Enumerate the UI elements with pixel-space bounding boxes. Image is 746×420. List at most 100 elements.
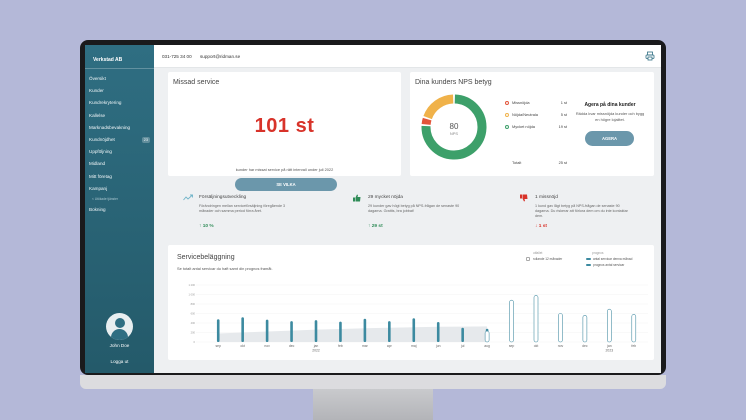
legend-label: Mycket nöjda (512, 124, 535, 129)
phone-number[interactable]: 031-725 34 00 (162, 54, 192, 59)
monitor-stand (313, 389, 433, 420)
bar-actual[interactable] (461, 327, 464, 342)
bar-actual[interactable] (216, 319, 220, 342)
x-tick-label: sep (509, 344, 515, 348)
nps-score-label: NPS (449, 131, 459, 136)
count-badge: 23 (141, 136, 150, 143)
stat-block: 29 mycket nöjda 29 kunder gav högt betyg … (352, 194, 517, 234)
thumbs-up-icon (353, 194, 361, 202)
sidebar-item[interactable]: Bokning (85, 204, 154, 216)
donut-slice (423, 94, 454, 120)
x-tick-label: maj (411, 344, 417, 348)
app-screen: Verkstad AB Översikt Kunder Kundrekryterin… (85, 45, 661, 373)
x-tick-label: feb (631, 344, 636, 348)
user-name: John Doe (109, 343, 130, 348)
sidebar-item[interactable]: Kundnöjdhet 23 (85, 134, 154, 146)
year-label: 2023 (606, 349, 614, 353)
nps-legend-item: Mycket nöjda 19 st (505, 124, 567, 130)
stat-description: Förändringen mellan serviceförsäljning f… (199, 204, 286, 213)
sidebar-item-label: Mitt företag (89, 173, 112, 179)
support-email[interactable]: support@ridman.se (200, 54, 240, 59)
bar-actual[interactable] (388, 321, 391, 342)
missed-service-title: Missad service (173, 79, 220, 86)
legend-value: 5 st (560, 112, 567, 117)
y-tick-label: 0 (194, 340, 196, 344)
act-title: Agera på dina kunder (584, 102, 636, 108)
stat-description: 29 kunder gav högt betyg på NPS-frågan d… (368, 204, 460, 213)
bar-actual[interactable] (290, 321, 293, 342)
bar-actual[interactable] (314, 320, 318, 342)
x-tick-label: jan (313, 344, 319, 348)
brand-name: Verkstad AB (93, 57, 123, 63)
sidebar: Verkstad AB Översikt Kunder Kundrekryterin… (85, 45, 154, 373)
sidebar-item[interactable]: Midland (85, 158, 154, 170)
nps-total-label: Totalt (512, 160, 522, 165)
logout-link[interactable]: Logga ut (85, 359, 154, 364)
divider (85, 68, 154, 69)
legend-value: 19 st (558, 124, 567, 129)
bar-forecast[interactable] (509, 299, 514, 343)
x-tick-label: apr (387, 344, 393, 348)
x-tick-label: dec (289, 344, 295, 348)
bar-actual[interactable] (339, 321, 342, 342)
bar-forecast[interactable] (484, 330, 490, 343)
y-tick-label: 200 (191, 331, 196, 335)
sidebar-item[interactable]: Uppföljning (85, 146, 154, 158)
see-who-button[interactable]: SE VILKA (235, 178, 337, 191)
missed-service-card: Missad service 101 st kunder har missat … (168, 72, 401, 191)
legend-dot (505, 100, 509, 105)
act-button[interactable]: AGERA (585, 131, 634, 146)
missed-service-subtitle: kunder har missat service på rätt interv… (235, 167, 334, 172)
bar-actual[interactable] (412, 318, 416, 342)
bar-forecast[interactable] (607, 308, 612, 343)
bar-actual[interactable] (436, 322, 440, 342)
bar-actual[interactable] (363, 318, 367, 342)
nps-score: 80 (449, 122, 459, 131)
stat-change: ↓ 1 st (535, 224, 547, 229)
bar-forecast[interactable] (558, 313, 563, 343)
avatar[interactable] (106, 313, 133, 340)
legend-label: Nöjda/Neutrala (512, 112, 538, 117)
printer-icon[interactable] (645, 51, 655, 61)
nps-legend-item: Nöjda/Neutrala 5 st (505, 112, 567, 118)
y-tick-label: 1 200 (189, 283, 196, 287)
sidebar-item-label: Kampanj (89, 185, 108, 191)
x-tick-label: okt (240, 344, 245, 348)
act-text: Rädda kvar missnöjda kunder och bygg en … (575, 111, 645, 122)
sidebar-item[interactable]: Kundrekrytering (85, 97, 154, 109)
sidebar-item-label: Uppföljning (89, 149, 112, 155)
legend-value: 1 st (560, 100, 567, 105)
x-tick-label: sep (215, 344, 221, 348)
sidebar-item[interactable]: Kampanj (85, 183, 154, 195)
stat-title: 29 mycket nöjda (368, 195, 403, 200)
x-tick-label: feb (338, 344, 343, 348)
sidebar-item[interactable]: Översikt (85, 73, 154, 85)
sidebar-item[interactable]: < Utökade tjänster (85, 195, 154, 204)
year-label: 2022 (312, 349, 320, 353)
sidebar-item[interactable]: Marknadsbevakning (85, 122, 154, 134)
stat-change: ↑ 29 st (368, 224, 383, 229)
sidebar-item-label: < Utökade tjänster (92, 196, 118, 201)
nps-total-value: 25 st (558, 160, 567, 165)
stat-block: 1 missnöjd 1 kund gav lågt betyg på NPS-f… (519, 194, 661, 234)
x-tick-label: mar (362, 344, 369, 348)
sidebar-item[interactable]: Kallelse (85, 110, 154, 122)
bar-forecast[interactable] (631, 314, 637, 343)
missed-service-count: 101 st (254, 115, 315, 137)
bar-forecast[interactable] (582, 315, 588, 343)
bar-actual[interactable] (241, 317, 244, 342)
stat-description: 1 kund gav lågt betyg på NPS-frågan de s… (535, 204, 628, 218)
stat-block: Försäljningsutveckling Förändringen mella… (183, 194, 348, 234)
top-bar: 031-725 34 00 support@ridman.se (154, 45, 661, 68)
stat-change: ↑ 10 % (199, 224, 214, 229)
trend-icon (183, 194, 193, 201)
bar-actual[interactable] (265, 319, 269, 342)
nps-legend-item: Missnöjda 1 st (505, 100, 567, 106)
stat-title: 1 missnöjd (535, 195, 558, 200)
bar-forecast[interactable] (533, 295, 539, 343)
sidebar-item[interactable]: Kunder (85, 85, 154, 97)
trend-area (218, 326, 488, 342)
nps-card: Dina kunders NPS betyg 80 NPS Missnöjda 1… (410, 72, 654, 176)
sidebar-item[interactable]: Mitt företag (85, 171, 154, 183)
legend-dot (505, 124, 509, 129)
